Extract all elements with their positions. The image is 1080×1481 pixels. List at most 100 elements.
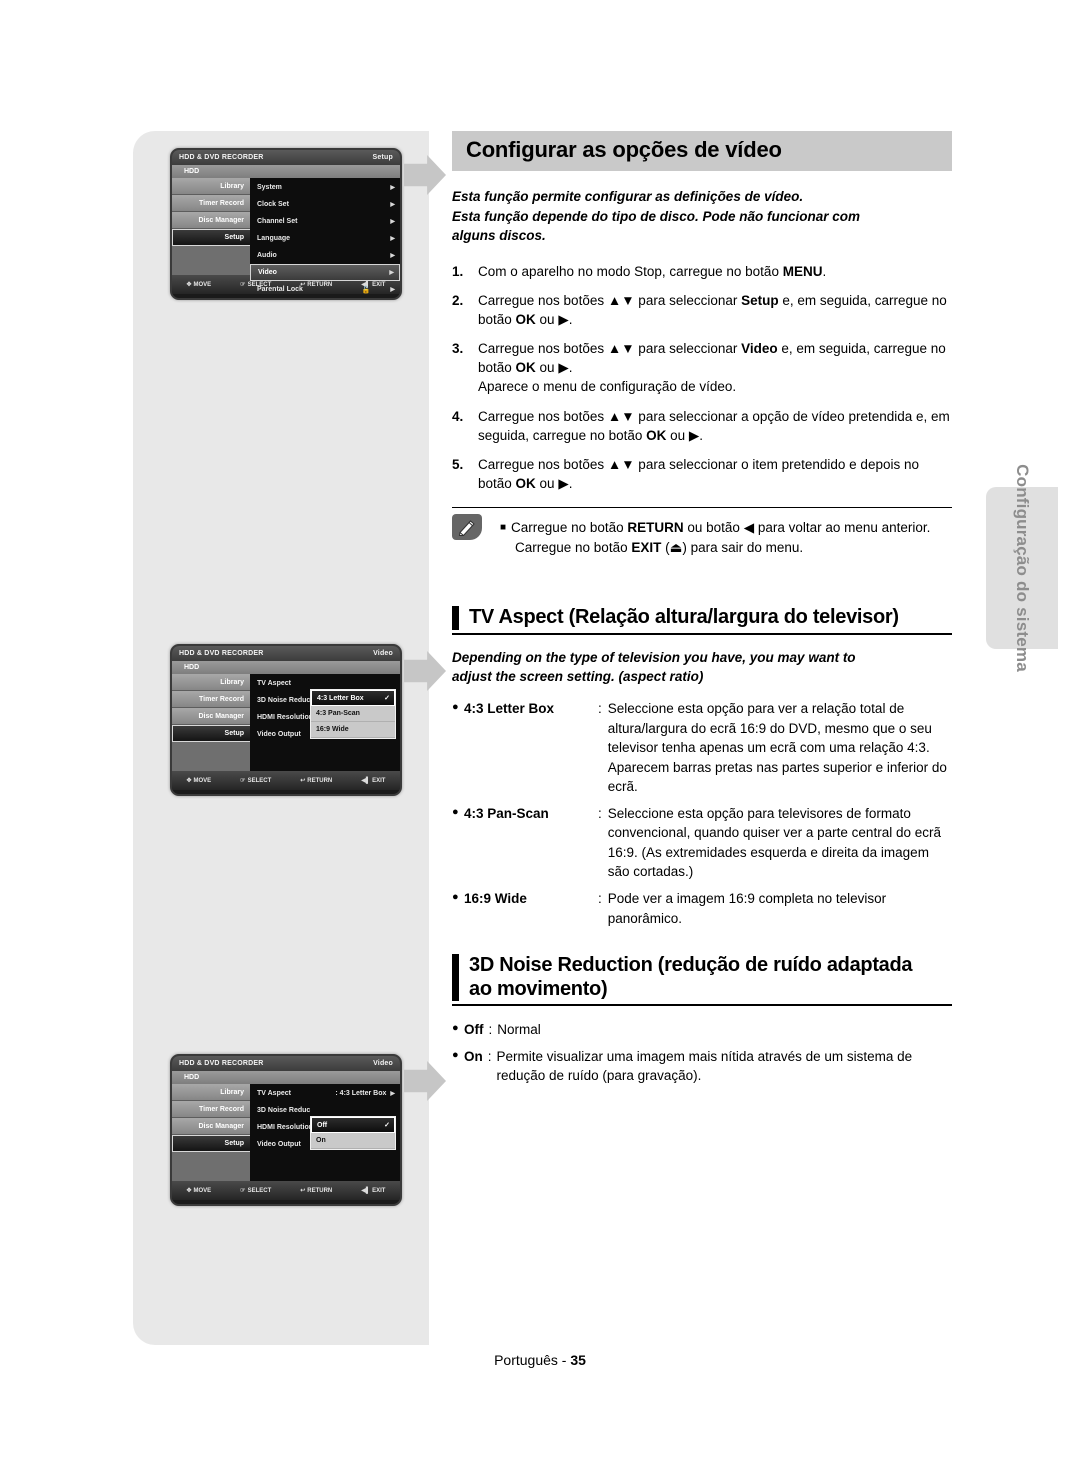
osd-footer-action[interactable]: ◀▌ EXIT (361, 777, 385, 785)
intro-line-3: alguns discos. (452, 228, 546, 244)
option-term: 4:3 Letter Box (464, 700, 555, 716)
osd-mode-label: Video (373, 1060, 393, 1067)
osd-menu-item-label: HDMI Resolution (257, 714, 313, 721)
check-icon: ✓ (384, 695, 390, 702)
osd-menu-item-label: Video (258, 269, 277, 276)
step-number: 4. (452, 408, 464, 424)
option-description: Pode ver a imagem 16:9 completa no telev… (607, 891, 887, 926)
osd-sidebar: Library Timer Record Disc Manager Setup (172, 674, 250, 771)
step-number: 1. (452, 263, 464, 279)
osd-menu-item[interactable]: TV Aspect: 4:3 Letter Box ▶ (250, 1085, 400, 1102)
osd-footer-label: RETURN (307, 1187, 333, 1194)
osd-footer-action[interactable]: ☞ SELECT (240, 1187, 272, 1195)
osd-body: Library Timer Record Disc Manager Setup Syst… (172, 178, 400, 294)
osd-sidebar-filler (172, 246, 250, 275)
osd-footer-action[interactable]: ↩ RETURN (300, 777, 333, 785)
option-term: 16:9 Wide (464, 891, 527, 907)
option-colon: : (488, 1022, 493, 1038)
osd-menu-item[interactable]: Channel Set ▶ (250, 213, 400, 230)
osd-sidebar-item[interactable]: Setup (172, 725, 250, 742)
osd-menu-item[interactable]: Clock Set ▶ (250, 196, 400, 213)
osd-title-bar: HDD & DVD RECORDER Video (172, 646, 400, 661)
chapter-side-tab-label: Configuração do sistema (1013, 464, 1032, 672)
noise-reduction-title-line-1: 3D Noise Reduction (redução de ruído ada… (469, 954, 913, 977)
osd-body: Library Timer Record Disc Manager Setup TV A… (172, 1084, 400, 1181)
osd-source-label: HDD (172, 1071, 400, 1084)
osd-menu-item[interactable]: System ▶ (250, 179, 400, 196)
step-text: Carregue nos botões ▲▼ para seleccionar … (478, 408, 950, 443)
osd-sidebar-item[interactable]: Timer Record (172, 1101, 250, 1118)
instruction-step: 4. Carregue nos botões ▲▼ para selecciona… (452, 407, 952, 445)
osd-dropdown-option[interactable]: 4:3 Pan-Scan (311, 706, 395, 722)
osd-menu-item-right: ▶ (389, 269, 394, 276)
osd-sidebar-item[interactable]: Disc Manager (172, 212, 250, 229)
osd-menu-item-right: 🔓 ▶ (362, 286, 395, 294)
option-definition: ● Off: Normal (452, 1020, 952, 1040)
osd-menu-panel: TV Aspect 3D Noise Reduc HDMI Resolution Vi… (250, 674, 400, 771)
osd-dropdown[interactable]: 4:3 Letter Box ✓ 4:3 Pan-Scan 16:9 Wide (310, 689, 396, 739)
note-line-2: Carregue no botão EXIT (⏏) para sair do … (515, 539, 804, 555)
osd-footer-glyph-icon: ✥ (186, 282, 192, 288)
intro-line-1: Esta função permite configurar as defini… (452, 189, 804, 204)
osd-menu-item[interactable]: Parental Lock 🔓 ▶ (250, 281, 400, 298)
osd-menu-item-label: Clock Set (257, 201, 289, 208)
osd-sidebar-item[interactable]: Library (172, 178, 250, 195)
option-colon: : (487, 1048, 492, 1064)
osd-sidebar-item[interactable]: Disc Manager (172, 1118, 250, 1135)
option-colon: : (598, 805, 602, 821)
osd-dropdown-option-label: 4:3 Letter Box (317, 694, 364, 702)
osd-dropdown[interactable]: Off ✓ On (310, 1116, 396, 1150)
osd-sidebar-item[interactable]: Library (172, 674, 250, 691)
osd-dropdown-option[interactable]: 4:3 Letter Box ✓ (311, 690, 395, 706)
osd-menu-item[interactable]: Video ▶ (250, 264, 400, 281)
chevron-right-icon: ▶ (390, 236, 395, 242)
osd-sidebar: Library Timer Record Disc Manager Setup (172, 1084, 250, 1181)
osd-menu-item[interactable]: Audio ▶ (250, 247, 400, 264)
option-definition: ● On: Permite visualizar uma imagem mais n… (452, 1047, 952, 1086)
step-text: Com o aparelho no modo Stop, carregue no… (478, 263, 827, 279)
osd-menu-item-label: Language (257, 235, 291, 242)
osd-sidebar-item[interactable]: Setup (172, 229, 250, 246)
osd-footer-action[interactable]: ↩ RETURN (300, 1187, 333, 1195)
osd-sidebar-item[interactable]: Library (172, 1084, 250, 1101)
option-term: Off (464, 1022, 484, 1038)
note-box: ■ Carregue no botão RETURN ou botão ◀ par… (452, 507, 952, 584)
instruction-step: 3. Carregue nos botões ▲▼ para selecciona… (452, 339, 952, 396)
bullet-icon: ● (452, 1048, 459, 1061)
heading-accent-bar (452, 954, 459, 1002)
tv-aspect-subtitle-line-1: Depending on the type of television you … (452, 649, 856, 665)
heading-accent-bar (452, 606, 459, 630)
osd-footer-action[interactable]: ✥ MOVE (186, 777, 211, 785)
osd-footer-label: RETURN (307, 777, 333, 784)
instruction-steps: 1. Com o aparelho no modo Stop, carregue … (452, 262, 952, 494)
osd-menu-item-label: Audio (257, 252, 277, 259)
osd-footer-action[interactable]: ✥ MOVE (186, 1187, 211, 1195)
option-description: Seleccione esta opção para ver a relação… (607, 700, 947, 795)
pencil-note-icon (452, 514, 482, 541)
osd-sidebar-item[interactable]: Timer Record (172, 691, 250, 708)
osd-mode-label: Setup (372, 154, 393, 161)
osd-menu-item-label: TV Aspect (257, 1090, 291, 1097)
osd-sidebar-item[interactable]: Disc Manager (172, 708, 250, 725)
option-description: Normal (497, 1022, 541, 1038)
osd-sidebar-item[interactable]: Timer Record (172, 195, 250, 212)
osd-footer-action[interactable]: ◀▌ EXIT (361, 1187, 385, 1195)
osd-footer-action[interactable]: ✥ MOVE (186, 281, 211, 289)
osd-dropdown-option[interactable]: 16:9 Wide (311, 722, 395, 738)
tv-aspect-title: TV Aspect (Relação altura/largura do tel… (469, 606, 899, 629)
unlock-icon: 🔓 (361, 286, 371, 294)
osd-menu-item[interactable]: Language ▶ (250, 230, 400, 247)
osd-menu-item-label: Parental Lock (257, 286, 303, 293)
osd-footer-label: SELECT (247, 1187, 272, 1194)
note-bullet-icon: ■ (500, 522, 507, 534)
noise-reduction-option-list: ● Off: Normal ● On: Permite visualizar uma im… (452, 1020, 952, 1086)
bullet-icon: ● (452, 1022, 459, 1035)
osd-menu-item-label: Video Output (257, 1141, 301, 1148)
osd-dropdown-option[interactable]: Off ✓ (311, 1117, 395, 1133)
osd-sidebar-item[interactable]: Setup (172, 1135, 250, 1152)
osd-dropdown-option-label: Off (317, 1121, 328, 1129)
osd-title-bar: HDD & DVD RECORDER Setup (172, 150, 400, 165)
osd-footer-glyph-icon: ☞ (240, 1188, 246, 1194)
osd-footer-action[interactable]: ☞ SELECT (240, 777, 271, 785)
osd-dropdown-option[interactable]: On (311, 1133, 395, 1149)
